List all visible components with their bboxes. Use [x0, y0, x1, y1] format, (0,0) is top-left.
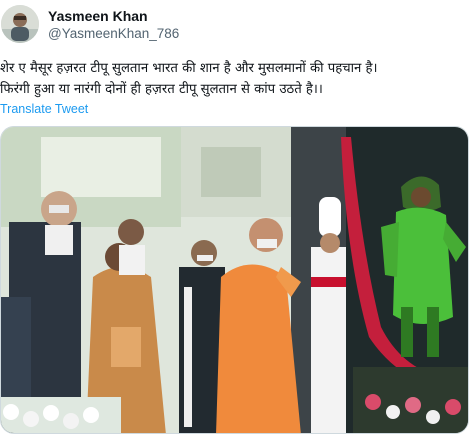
author-handle[interactable]: @YasmeenKhan_786: [48, 25, 179, 43]
tweet-text-line: शेर ए मैसूर हज़रत टीपू सुलतान भारत की शा…: [0, 61, 378, 76]
tweet-card: Yasmeen Khan @YasmeenKhan_786 शेर ए मैसू…: [0, 0, 472, 436]
author-names: Yasmeen Khan @YasmeenKhan_786: [48, 8, 179, 43]
translate-tweet-link[interactable]: Translate Tweet: [0, 102, 88, 116]
author-display-name[interactable]: Yasmeen Khan: [48, 8, 179, 25]
author-avatar[interactable]: [1, 5, 39, 43]
photo-illustration: [1, 127, 468, 433]
tweet-header: Yasmeen Khan @YasmeenKhan_786: [0, 0, 472, 52]
tweet-photo[interactable]: [0, 126, 469, 434]
tweet-text: शेर ए मैसूर हज़रत टीपू सुलतान भारत की शा…: [0, 58, 470, 100]
avatar-image: [1, 5, 39, 43]
tweet-text-line: फिरंगी हुआ या नारंगी दोनों ही हज़रत टीपू…: [0, 82, 323, 97]
